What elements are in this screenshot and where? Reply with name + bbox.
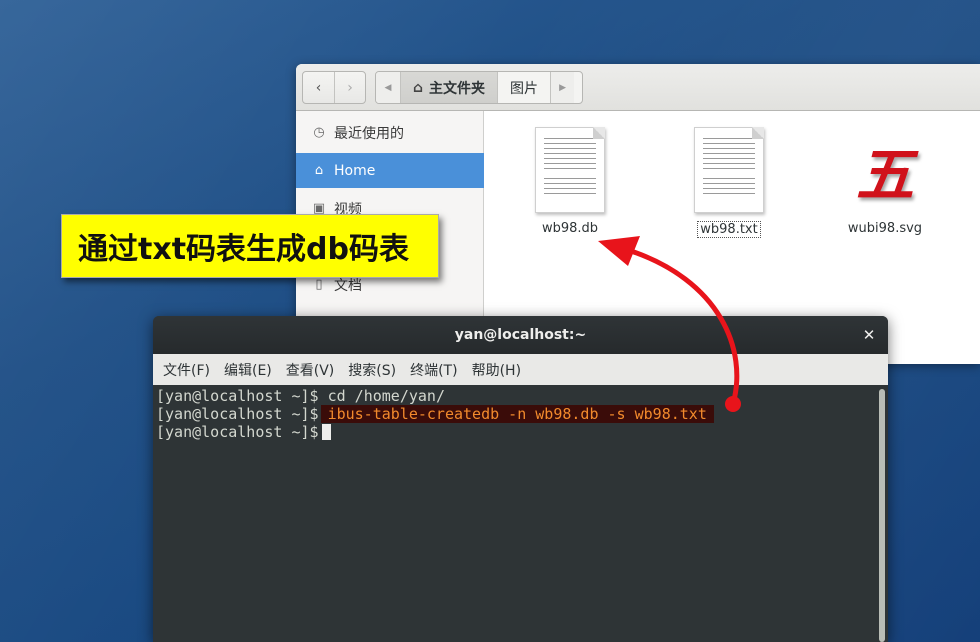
shell-prompt: [yan@localhost ~]$: [156, 405, 319, 423]
menu-file[interactable]: 文件(F): [156, 360, 217, 380]
annotation-text: 通过txt码表生成db码表: [78, 232, 409, 267]
terminal-menubar: 文件(F) 编辑(E) 查看(V) 搜索(S) 终端(T) 帮助(H): [153, 354, 888, 385]
file-name: wb98.db: [541, 221, 599, 236]
path-crumb-label: 主文件夹: [429, 80, 486, 97]
terminal-titlebar[interactable]: yan@localhost:~ ✕: [153, 316, 888, 354]
path-scroll-left-button[interactable]: ◀: [376, 72, 400, 103]
path-scroll-right-button[interactable]: ▶: [550, 72, 575, 103]
menu-help[interactable]: 帮助(H): [465, 360, 528, 380]
terminal-line: [yan@localhost ~]$ cd /home/yan/: [156, 387, 445, 405]
file-item-wubi98-svg[interactable]: 五 wubi98.svg: [825, 127, 945, 236]
text-cursor: [321, 424, 331, 440]
path-crumb-pictures[interactable]: 图片: [497, 72, 550, 103]
terminal-window: yan@localhost:~ ✕ 文件(F) 编辑(E) 查看(V) 搜索(S…: [153, 316, 888, 642]
home-icon: ⌂: [314, 163, 324, 178]
sidebar-item-recent[interactable]: ◷ 最近使用的: [296, 115, 484, 150]
chevron-left-icon: ‹: [315, 79, 322, 96]
file-name: wubi98.svg: [847, 221, 923, 236]
window-title: yan@localhost:~: [454, 327, 587, 343]
menu-view[interactable]: 查看(V): [279, 360, 342, 380]
highlighted-command: ibus-table-createdb -n wb98.db -s wb98.t…: [320, 405, 714, 423]
terminal-output[interactable]: [yan@localhost ~]$ cd /home/yan/ [yan@lo…: [153, 385, 888, 642]
history-nav: ‹ ›: [302, 71, 366, 104]
close-icon: ✕: [862, 326, 876, 344]
menu-terminal[interactable]: 终端(T): [403, 360, 464, 380]
shell-prompt: [yan@localhost ~]$: [156, 423, 319, 441]
path-bar: ◀ ⌂ 主文件夹 图片 ▶: [375, 71, 583, 104]
path-crumb-label: 图片: [510, 80, 539, 97]
forward-button[interactable]: ›: [333, 72, 365, 103]
terminal-scrollbar[interactable]: [879, 389, 885, 642]
terminal-line: [yan@localhost ~]$: [156, 423, 331, 441]
path-crumb-home[interactable]: ⌂ 主文件夹: [400, 72, 498, 103]
file-item-wb98-db[interactable]: wb98.db: [510, 127, 630, 236]
chevron-right-icon: ›: [347, 79, 353, 96]
text-document-icon: [535, 127, 605, 213]
sidebar-item-label: 最近使用的: [334, 125, 404, 142]
clock-icon: ◷: [313, 125, 325, 140]
sidebar-item-label: Home: [334, 162, 376, 179]
triangle-left-icon: ◀: [384, 82, 392, 93]
annotation-callout: 通过txt码表生成db码表: [61, 214, 439, 278]
menu-edit[interactable]: 编辑(E): [217, 360, 279, 380]
triangle-right-icon: ▶: [559, 82, 566, 93]
home-icon: ⌂: [413, 79, 424, 96]
file-name: wb98.txt: [697, 221, 761, 238]
file-item-wb98-txt[interactable]: wb98.txt: [669, 127, 789, 238]
terminal-line: [yan@localhost ~]$ ibus-table-createdb -n…: [156, 405, 714, 423]
shell-command: cd /home/yan/: [327, 387, 445, 405]
document-icon: ▯: [315, 277, 323, 292]
file-manager-headerbar: ‹ › ◀ ⌂ 主文件夹 图片 ▶: [296, 64, 980, 111]
text-document-icon: [694, 127, 764, 213]
menu-search[interactable]: 搜索(S): [341, 360, 403, 380]
shell-prompt: [yan@localhost ~]$: [156, 387, 319, 405]
sidebar-item-home[interactable]: ⌂ Home: [296, 153, 484, 188]
back-button[interactable]: ‹: [303, 72, 334, 103]
wubi-logo-icon: 五: [855, 141, 914, 209]
close-button[interactable]: ✕: [858, 324, 880, 346]
